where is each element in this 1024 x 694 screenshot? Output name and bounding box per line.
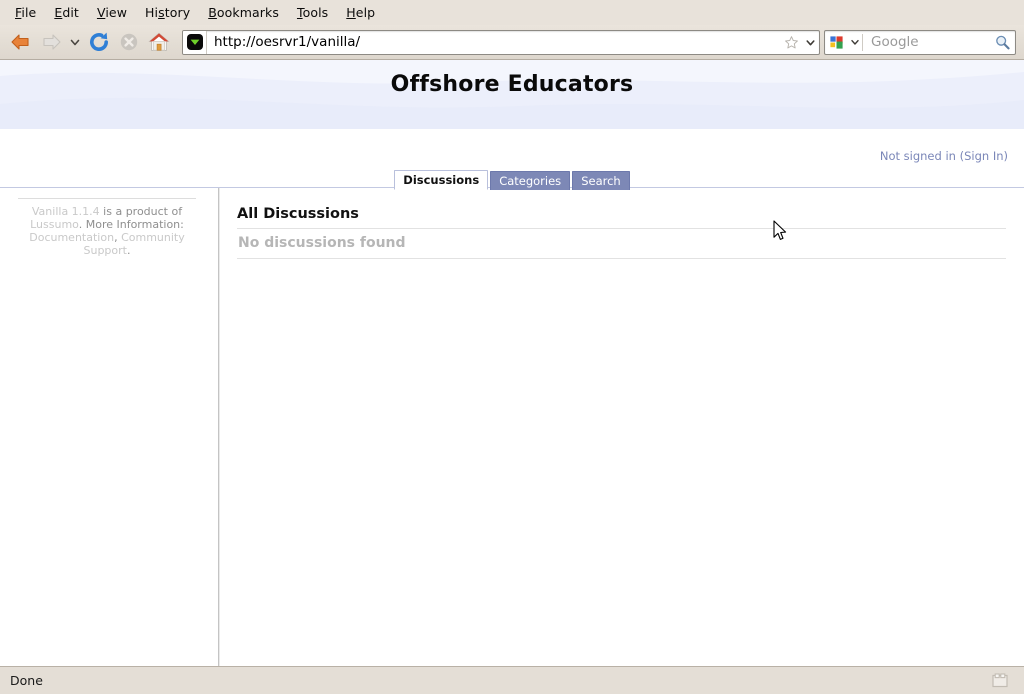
back-arrow-icon [11,34,29,50]
search-engine-button[interactable] [825,31,847,54]
account-status-suffix: ) [1003,149,1009,163]
menu-item-bookmarks[interactable]: Bookmarks [199,2,288,24]
documentation-link[interactable]: Documentation [29,231,114,244]
chevron-down-icon [850,39,859,45]
menu-bar: File Edit View History Bookmarks Tools H… [0,0,1024,25]
search-engine-dropdown[interactable] [847,33,863,51]
navigation-toolbar: http://oesrvr1/vanilla/ Google [0,25,1024,60]
address-bar[interactable]: http://oesrvr1/vanilla/ [182,29,820,55]
lussumo-link[interactable]: Lussumo [30,218,79,231]
menu-item-edit[interactable]: Edit [45,2,88,24]
page-viewport: Offshore Educators Not signed in (Sign I… [0,60,1024,666]
browser-window: File Edit View History Bookmarks Tools H… [0,0,1024,694]
history-dropdown-button[interactable] [66,27,84,57]
account-status-text: Not signed in ( [879,149,965,163]
google-icon [829,35,843,49]
search-bar[interactable]: Google [824,29,1016,55]
resize-grip-icon [992,673,1008,688]
menu-item-history[interactable]: History [136,2,199,24]
search-input[interactable]: Google [863,34,989,50]
sidebar-footer: Vanilla 1.1.4 is a product of Lussumo. M… [18,198,196,257]
footer-text-4: . [126,244,131,257]
star-icon [784,35,798,48]
home-button[interactable] [144,27,174,57]
sign-in-link[interactable]: Sign In [964,149,1003,163]
tab-discussions[interactable]: Discussions [394,170,489,190]
site-tabs: Discussions Categories Search [0,170,1024,190]
content-heading: All Discussions [237,206,1006,229]
footer-text-1: is a product of [99,205,183,218]
vanilla-chevron-favicon [186,34,203,50]
url-text[interactable]: http://oesrvr1/vanilla/ [207,34,780,50]
forward-button [36,27,66,57]
stop-button [114,27,144,57]
status-bar: Done [0,666,1024,694]
sidebar: Vanilla 1.1.4 is a product of Lussumo. M… [0,188,227,666]
menu-item-view[interactable]: View [88,2,136,24]
reload-button[interactable] [84,27,114,57]
tab-categories[interactable]: Categories [490,171,571,190]
empty-state-message: No discussions found [237,229,1006,259]
reload-icon [90,32,108,51]
vanilla-version-link[interactable]: Vanilla 1.1.4 [32,205,100,218]
chevron-down-icon [70,39,80,46]
footer-text-2: . [78,218,86,231]
more-information-label: More Information: [85,218,184,231]
stop-icon [120,33,138,51]
footer-separator: , [114,231,122,244]
menu-item-help[interactable]: Help [337,2,384,24]
back-button[interactable] [6,27,36,57]
page-title: Offshore Educators [390,72,634,97]
tab-search[interactable]: Search [572,171,630,190]
menu-item-tools[interactable]: Tools [288,2,337,24]
site-favicon [183,30,207,54]
account-status: Not signed in (Sign In) [880,149,1008,163]
address-dropdown-button[interactable] [802,37,819,48]
main-content: All Discussions No discussions found [220,188,1024,666]
page-body: Vanilla 1.1.4 is a product of Lussumo. M… [0,187,1024,666]
forward-arrow-icon [43,34,61,50]
bookmark-button[interactable] [780,35,802,50]
home-icon [148,32,170,51]
menu-item-file[interactable]: File [6,2,45,24]
search-submit-button[interactable] [989,34,1015,51]
site-header: Offshore Educators [0,60,1024,129]
chevron-down-icon [806,39,815,45]
status-grip[interactable] [992,673,1008,692]
search-icon [995,35,1010,49]
status-text: Done [10,673,43,688]
